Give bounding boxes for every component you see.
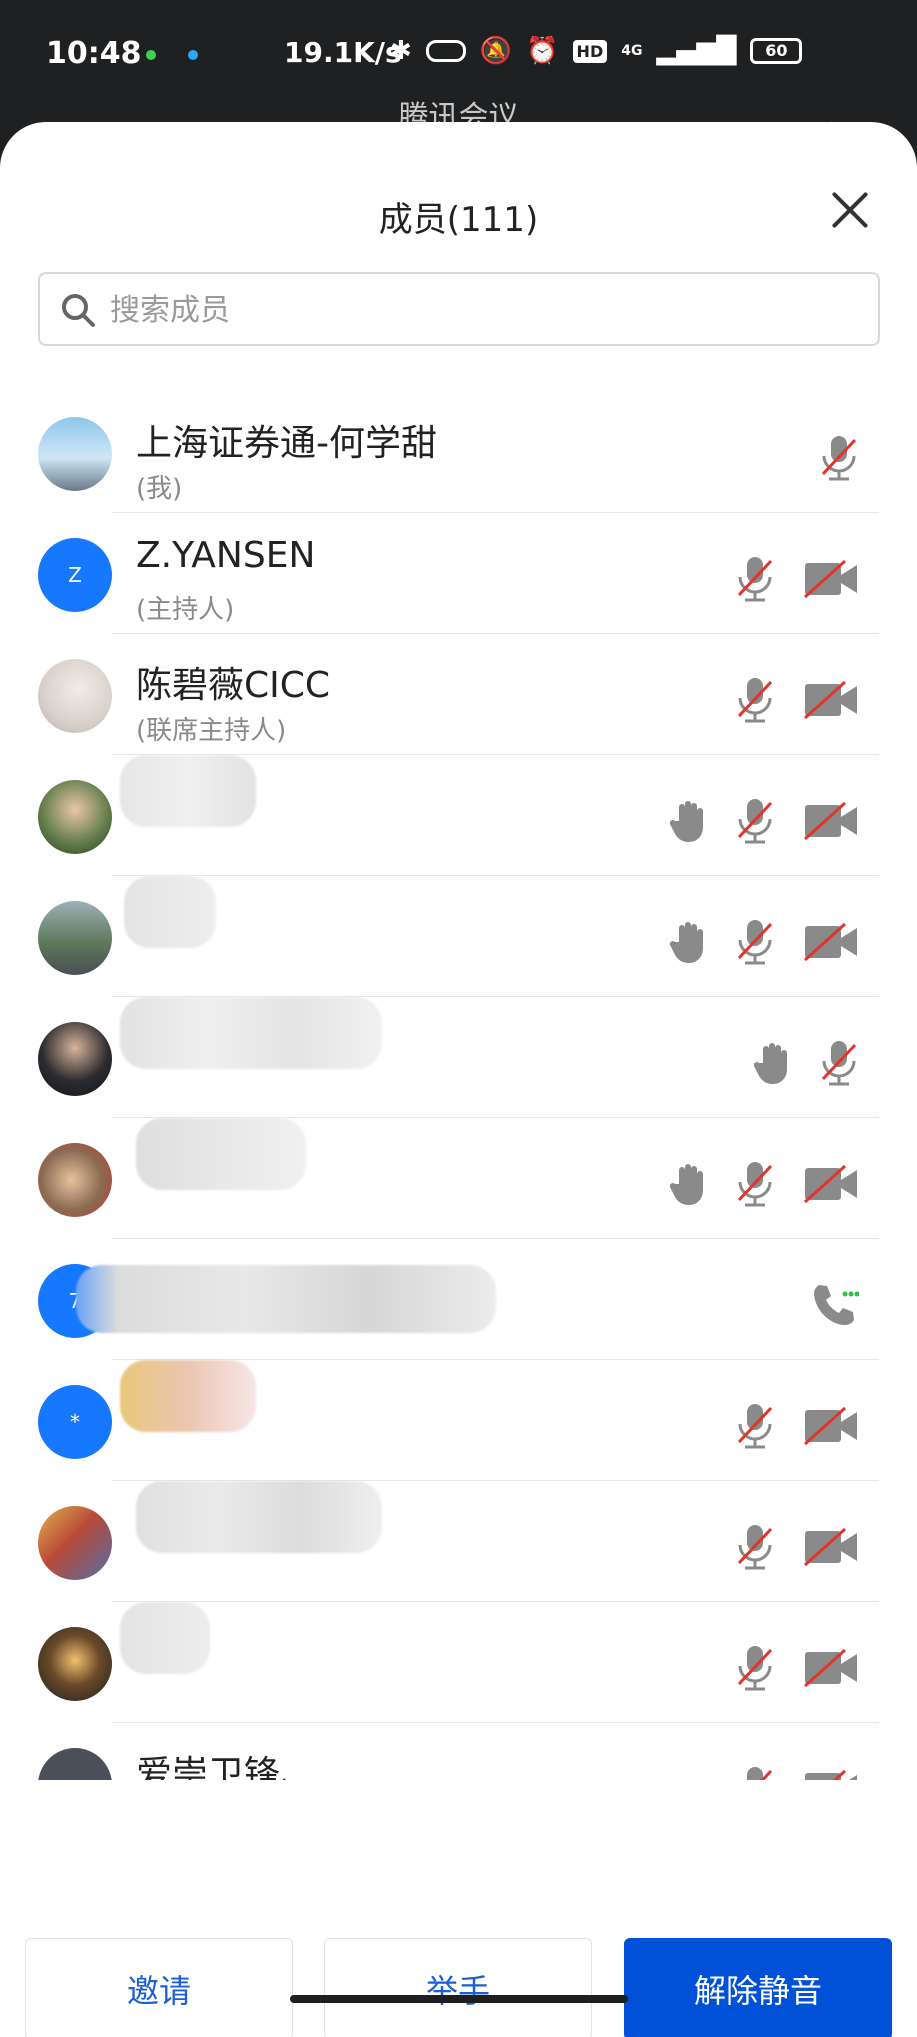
blurred-name	[76, 1265, 496, 1333]
member-row[interactable]	[0, 755, 917, 876]
video-off-icon[interactable]	[803, 1648, 859, 1688]
avatar: Z	[38, 538, 112, 612]
mic-muted-icon[interactable]	[735, 676, 775, 724]
mute-bell-icon: 🔕	[479, 36, 513, 66]
network-icon: 4G	[621, 43, 643, 59]
member-row[interactable]: 陈碧薇CICC (联席主持人)	[0, 634, 917, 755]
phone-icon	[814, 1285, 859, 1325]
avatar	[38, 1143, 112, 1217]
status-dot-green	[146, 50, 156, 60]
blurred-name	[136, 1118, 306, 1190]
avatar: *	[38, 1385, 112, 1459]
search-box[interactable]	[38, 272, 880, 346]
blurred-name	[136, 1481, 382, 1553]
member-row[interactable]	[0, 1481, 917, 1602]
member-role: (联席主持人)	[136, 716, 287, 746]
raise-hand-icon	[669, 1164, 703, 1205]
blurred-name	[124, 876, 216, 948]
video-off-icon[interactable]	[803, 680, 859, 720]
signal-icon: ▂▄▆█	[656, 36, 737, 66]
mic-muted-icon[interactable]	[735, 1160, 775, 1208]
member-name: 陈碧薇CICC	[136, 665, 331, 706]
avatar-letter: *	[70, 1410, 80, 1434]
avatar	[38, 417, 112, 491]
mic-muted-icon[interactable]	[735, 918, 775, 966]
member-role: (主持人)	[136, 595, 235, 625]
video-off-icon[interactable]	[803, 1406, 859, 1446]
member-row[interactable]: *	[0, 1360, 917, 1481]
blurred-name	[120, 755, 256, 827]
avatar	[38, 1627, 112, 1701]
status-icons: ✱ 🔕 ⏰ HD 4G ▂▄▆█ 60	[390, 36, 803, 66]
member-row[interactable]: Z Z.YANSEN (主持人)	[0, 513, 917, 634]
avatar	[38, 659, 112, 733]
member-row[interactable]: 7	[0, 1239, 917, 1360]
member-name: 上海证券通-何学甜	[136, 423, 437, 464]
raise-hand-icon	[669, 801, 703, 842]
avatar	[38, 1506, 112, 1580]
member-row[interactable]	[0, 876, 917, 997]
member-name: Z.YANSEN	[136, 535, 316, 576]
member-list: 上海证券通-何学甜 (我) Z Z.YANSEN (主持人) 陈碧薇CICC (…	[0, 392, 917, 1780]
mic-muted-icon[interactable]	[735, 555, 775, 603]
bluetooth-icon: ✱	[390, 36, 412, 66]
member-role: (我)	[136, 474, 183, 504]
alarm-icon: ⏰	[526, 36, 559, 66]
members-panel: 成员(111) 上海证券通-何学甜 (我) Z Z.YANSEN (主持人)	[0, 122, 917, 2037]
avatar-letter: Z	[68, 563, 82, 587]
close-icon[interactable]	[830, 190, 870, 230]
avatar	[38, 780, 112, 854]
search-icon	[62, 294, 95, 327]
raise-hand-icon	[753, 1043, 787, 1084]
avatar	[38, 1748, 112, 1780]
net-speed: 19.1K/s	[284, 36, 402, 69]
video-off-icon[interactable]	[803, 922, 859, 962]
member-name: 爱崇卫锋、	[136, 1754, 317, 1780]
video-off-icon[interactable]	[803, 801, 859, 841]
mic-muted-icon[interactable]	[735, 1523, 775, 1571]
mic-muted-icon[interactable]	[735, 1402, 775, 1450]
mic-muted-icon[interactable]	[819, 434, 859, 482]
status-dot-blue	[188, 50, 198, 60]
raise-hand-button[interactable]: 举手	[324, 1938, 592, 2037]
panel-title: 成员(111)	[378, 200, 539, 240]
avatar	[38, 1022, 112, 1096]
video-off-icon[interactable]	[803, 1769, 859, 1780]
search-input[interactable]	[110, 284, 850, 336]
unmute-button[interactable]: 解除静音	[624, 1938, 892, 2037]
mic-muted-icon[interactable]	[735, 797, 775, 845]
invite-button[interactable]: 邀请	[25, 1938, 293, 2037]
mic-muted-icon[interactable]	[735, 1765, 775, 1780]
blurred-name	[120, 997, 382, 1069]
blurred-name	[120, 1602, 210, 1674]
mic-muted-icon[interactable]	[735, 1644, 775, 1692]
avatar	[38, 901, 112, 975]
hd-icon: HD	[572, 39, 608, 63]
blurred-name	[120, 1360, 256, 1432]
home-indicator[interactable]	[290, 1995, 628, 2003]
member-row[interactable]	[0, 997, 917, 1118]
raise-hand-icon	[669, 922, 703, 963]
member-row[interactable]: 上海证券通-何学甜 (我)	[0, 392, 917, 513]
video-off-icon[interactable]	[803, 1527, 859, 1567]
status-time: 10:48	[46, 36, 142, 71]
vibrate-icon	[425, 40, 466, 62]
video-off-icon[interactable]	[803, 559, 859, 599]
member-row[interactable]: 爱崇卫锋、	[0, 1723, 917, 1780]
mic-muted-icon[interactable]	[819, 1039, 859, 1087]
member-row[interactable]	[0, 1602, 917, 1723]
battery-icon: 60	[750, 38, 803, 64]
video-off-icon[interactable]	[803, 1164, 859, 1204]
member-row[interactable]	[0, 1118, 917, 1239]
